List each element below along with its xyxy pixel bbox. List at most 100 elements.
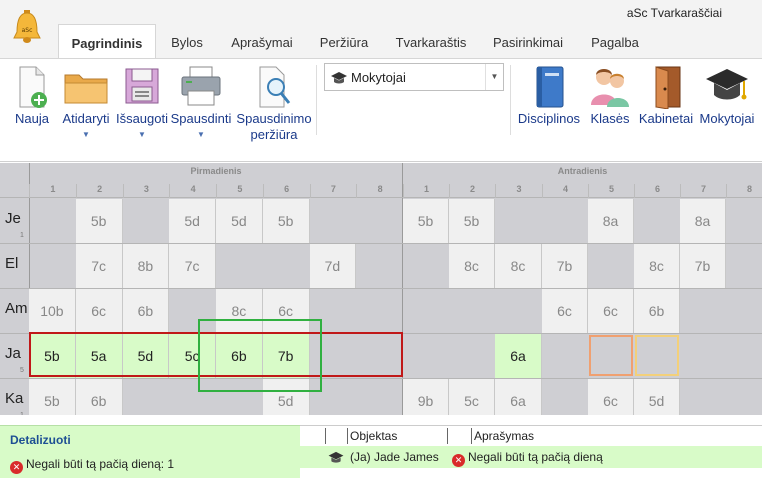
open-label: Atidaryti bbox=[62, 111, 110, 126]
error-icon: ✕ bbox=[452, 454, 465, 467]
save-button[interactable]: Išsaugoti ▼ bbox=[114, 63, 170, 139]
subjects-button[interactable]: Disciplinos bbox=[514, 63, 584, 127]
period-header: 3 bbox=[495, 184, 542, 198]
classes-label: Klasės bbox=[590, 111, 630, 126]
print-preview-icon bbox=[259, 66, 291, 108]
message-row[interactable]: (Ja) Jade James ✕ Negali būti tą pačią di… bbox=[300, 446, 762, 468]
teacher-row-label[interactable]: Ja 5 bbox=[0, 345, 29, 390]
tab-descriptions[interactable]: Aprašymai bbox=[222, 34, 302, 58]
graduation-cap-icon bbox=[328, 451, 344, 463]
teacher-row-label[interactable]: Ka 1 bbox=[0, 390, 29, 415]
view-select[interactable]: Mokytojai ▼ bbox=[324, 63, 504, 91]
detail-message-text: Negali būti tą pačią dieną: 1 bbox=[26, 457, 175, 471]
column-separator bbox=[471, 428, 472, 444]
lesson-card[interactable]: 5d bbox=[634, 379, 680, 415]
rooms-button[interactable]: Kabinetai bbox=[636, 63, 696, 127]
lesson-card[interactable]: 6a bbox=[495, 334, 542, 378]
tab-files[interactable]: Bylos bbox=[162, 34, 212, 58]
people-icon bbox=[591, 69, 629, 107]
selection-box bbox=[198, 319, 322, 392]
period-header: 1 bbox=[403, 184, 449, 198]
teacher-row-label[interactable]: Je 1 bbox=[0, 210, 29, 255]
period-header: 1 bbox=[29, 184, 76, 198]
lesson-card[interactable]: 5c bbox=[449, 379, 495, 415]
tab-timetable[interactable]: Tvarkaraštis bbox=[388, 34, 474, 58]
lesson-card[interactable]: 5d bbox=[169, 199, 216, 243]
lesson-card[interactable]: 5b bbox=[449, 199, 495, 243]
teacher-short-name: Je bbox=[5, 210, 21, 227]
period-header: 4 bbox=[169, 184, 216, 198]
column-separator bbox=[447, 428, 448, 444]
app-bell-logo-icon[interactable]: aSc bbox=[12, 10, 42, 46]
lesson-card[interactable]: 8c bbox=[495, 244, 542, 288]
lesson-card[interactable]: 9b bbox=[403, 379, 449, 415]
open-button[interactable]: Atidaryti ▼ bbox=[58, 63, 114, 139]
column-header-description[interactable]: Aprašymas bbox=[474, 429, 534, 443]
lesson-card[interactable]: 5b bbox=[75, 199, 123, 243]
subjects-label: Disciplinos bbox=[517, 111, 581, 126]
teacher-short-name: Am bbox=[5, 300, 28, 317]
teacher-row-label[interactable]: El bbox=[0, 255, 29, 300]
lesson-card[interactable]: 6c bbox=[588, 289, 634, 333]
graduation-cap-icon bbox=[331, 72, 347, 84]
lesson-card[interactable]: 8c bbox=[634, 244, 680, 288]
print-preview-button[interactable]: Spausdinimo peržiūra bbox=[234, 63, 314, 143]
lesson-card[interactable]: 6c bbox=[588, 379, 634, 415]
teachers-button[interactable]: Mokytojai bbox=[696, 63, 758, 127]
tab-help[interactable]: Pagalba bbox=[582, 34, 648, 58]
door-icon bbox=[655, 66, 681, 109]
tab-options[interactable]: Pasirinkimai bbox=[484, 34, 572, 58]
column-separator bbox=[325, 428, 326, 444]
classes-button[interactable]: Klasės bbox=[584, 63, 636, 127]
lesson-card[interactable]: 5b bbox=[29, 379, 76, 415]
save-dropdown-icon[interactable]: ▼ bbox=[114, 131, 170, 139]
lesson-card[interactable]: 7c bbox=[169, 244, 216, 288]
lesson-card[interactable]: 8b bbox=[122, 244, 170, 288]
free-slot[interactable] bbox=[589, 335, 633, 376]
print-dropdown-icon[interactable]: ▼ bbox=[170, 131, 232, 139]
print-button[interactable]: Spausdinti ▼ bbox=[170, 63, 232, 139]
column-separator bbox=[347, 428, 348, 444]
lesson-card[interactable]: 8a bbox=[588, 199, 634, 243]
period-header: 7 bbox=[680, 184, 726, 198]
lesson-card[interactable]: 6c bbox=[542, 289, 588, 333]
graduation-cap-icon bbox=[706, 69, 748, 100]
period-header: 5 bbox=[588, 184, 634, 198]
detail-title[interactable]: Detalizuoti bbox=[10, 433, 71, 447]
lesson-card[interactable]: 7c bbox=[75, 244, 123, 288]
open-dropdown-icon[interactable]: ▼ bbox=[58, 131, 114, 139]
tab-view[interactable]: Peržiūra bbox=[312, 34, 376, 58]
period-header: 7 bbox=[309, 184, 357, 198]
new-button[interactable]: Nauja bbox=[10, 63, 54, 127]
lesson-card[interactable]: 6b bbox=[122, 289, 170, 333]
timetable-grid: Pirmadienis Antradienis 1234567812345678… bbox=[0, 163, 762, 415]
detail-message[interactable]: ✕ Negali būti tą pačią dieną: 1 bbox=[10, 457, 174, 474]
lesson-card[interactable]: 6b bbox=[75, 379, 123, 415]
lesson-card[interactable]: 6a bbox=[495, 379, 542, 415]
free-slot[interactable] bbox=[635, 335, 679, 376]
lesson-card[interactable]: 6c bbox=[75, 289, 123, 333]
new-label: Nauja bbox=[15, 111, 49, 126]
lesson-card[interactable]: 5b bbox=[403, 199, 449, 243]
chevron-down-icon[interactable]: ▼ bbox=[485, 64, 503, 90]
lesson-card[interactable]: 7d bbox=[309, 244, 357, 288]
lesson-card[interactable]: 7b bbox=[542, 244, 588, 288]
lesson-card[interactable]: 8a bbox=[680, 199, 726, 243]
period-header: 8 bbox=[356, 184, 403, 198]
view-select-value: Mokytojai bbox=[351, 70, 406, 85]
teacher-row-count: 5 bbox=[20, 367, 24, 374]
period-header: 2 bbox=[75, 184, 123, 198]
lesson-card[interactable]: 10b bbox=[29, 289, 76, 333]
column-header-object[interactable]: Objektas bbox=[350, 429, 397, 443]
lesson-card[interactable]: 6b bbox=[634, 289, 680, 333]
teacher-short-name: El bbox=[5, 255, 19, 272]
lesson-card[interactable]: 5b bbox=[262, 199, 310, 243]
lesson-card[interactable]: 8c bbox=[449, 244, 495, 288]
tab-home[interactable]: Pagrindinis bbox=[58, 24, 156, 58]
period-header: 5 bbox=[216, 184, 263, 198]
lesson-card[interactable]: 5d bbox=[216, 199, 263, 243]
period-header: 8 bbox=[726, 184, 762, 198]
print-label: Spausdinti bbox=[170, 111, 232, 126]
lesson-card[interactable]: 7b bbox=[680, 244, 726, 288]
teacher-row-label[interactable]: Am bbox=[0, 300, 29, 345]
